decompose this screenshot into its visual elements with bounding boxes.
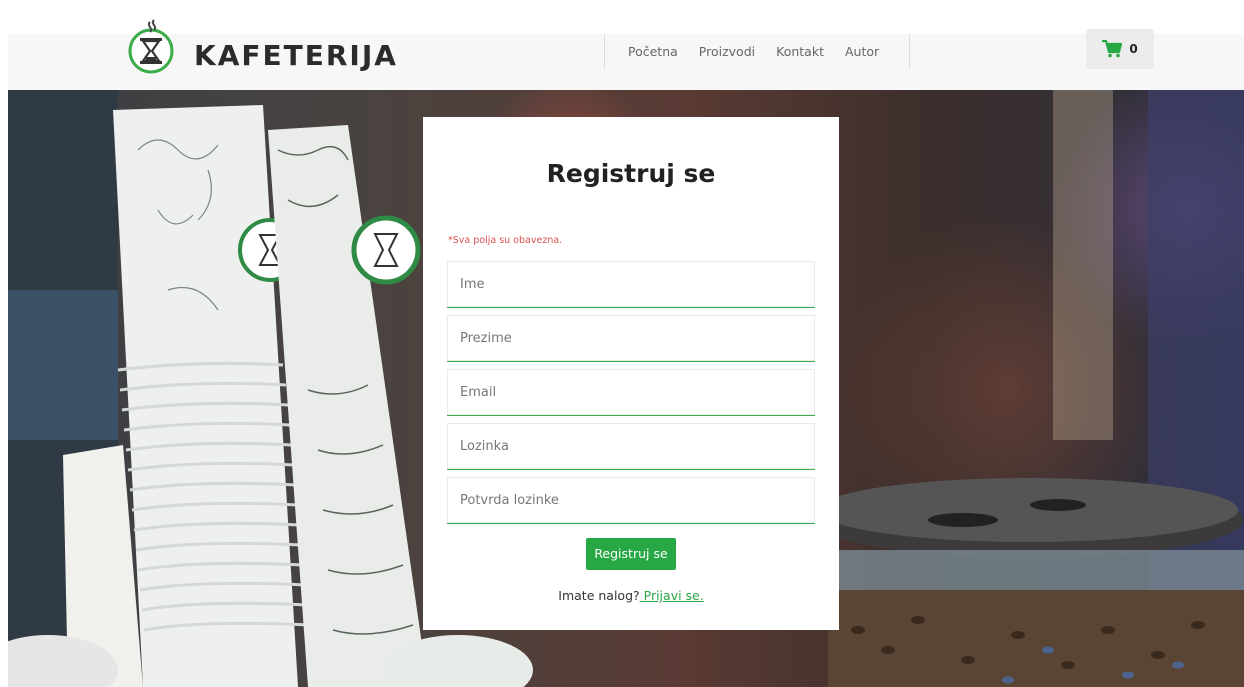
nav-item-kontakt[interactable]: Kontakt xyxy=(776,44,824,59)
login-prompt-text: Imate nalog? xyxy=(558,588,640,603)
confirm-password-input[interactable] xyxy=(447,477,815,524)
site-header: KAFETERIJA Početna Proizvodi Kontakt Aut… xyxy=(8,19,1244,90)
brand-name: KAFETERIJA xyxy=(194,38,398,72)
login-prompt: Imate nalog? Prijavi se. xyxy=(423,588,839,603)
password-input[interactable] xyxy=(447,423,815,470)
cart-button[interactable]: 0 xyxy=(1086,29,1154,69)
hourglass-logo-icon xyxy=(128,19,174,74)
page-title: Registruj se xyxy=(546,159,716,188)
nav-item-proizvodi[interactable]: Proizvodi xyxy=(699,44,755,59)
cart-count-badge: 0 xyxy=(1129,42,1138,56)
nav-item-autor[interactable]: Autor xyxy=(845,44,879,59)
nav-item-pocetna[interactable]: Početna xyxy=(628,44,678,59)
last-name-input[interactable] xyxy=(447,315,815,362)
brand-logo[interactable]: KAFETERIJA xyxy=(121,16,398,76)
email-input[interactable] xyxy=(447,369,815,416)
shopping-cart-icon xyxy=(1102,40,1123,58)
main-nav: Početna Proizvodi Kontakt Autor xyxy=(604,34,910,68)
required-fields-note: *Sva polja su obavezna. xyxy=(448,235,563,246)
register-button[interactable]: Registruj se xyxy=(586,538,676,570)
register-form-card: Registruj se *Sva polja su obavezna. Reg… xyxy=(423,117,839,630)
first-name-input[interactable] xyxy=(447,261,815,308)
login-link[interactable]: Prijavi se. xyxy=(640,588,704,603)
